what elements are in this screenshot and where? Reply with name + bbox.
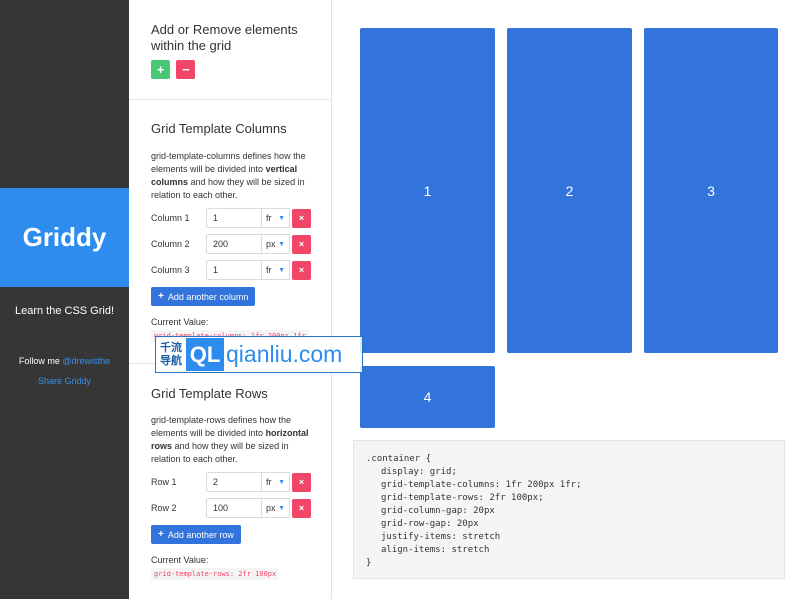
follow-text: Follow me @drewisthe <box>0 356 129 366</box>
unit-value: px <box>266 503 276 513</box>
unit-value: fr <box>266 265 272 275</box>
watermark-logo: QL <box>186 338 224 371</box>
grid-cell: 1 <box>360 28 495 353</box>
code-line: align-items: stretch <box>381 545 490 555</box>
code-line: grid-row-gap: 20px <box>381 519 479 529</box>
grid-row-row: Row 2 100 px ▼ × <box>151 498 311 518</box>
brand-logo[interactable]: Griddy <box>0 188 129 287</box>
columns-description: grid-template-columns defines how the el… <box>151 150 311 202</box>
add-column-button[interactable]: + Add another column <box>151 287 256 306</box>
code-line: .container { <box>366 454 432 464</box>
plus-icon: + <box>158 529 164 540</box>
unit-value: fr <box>266 213 272 223</box>
add-row-label: Add another row <box>167 529 234 540</box>
watermark-cn-line: 千流 <box>160 341 182 354</box>
chevron-down-icon: ▼ <box>278 266 285 274</box>
delete-column-button[interactable]: × <box>292 260 311 280</box>
controls-panel: Add or Remove elements within the grid +… <box>129 0 332 599</box>
twitter-handle-link[interactable]: @drewisthe <box>62 356 110 366</box>
code-line: } <box>366 558 372 568</box>
column-value-input[interactable]: 1 <box>206 260 261 280</box>
rows-current-label: Current Value: <box>151 555 209 565</box>
chevron-down-icon: ▼ <box>278 504 285 512</box>
watermark-cn-line: 导航 <box>160 354 182 367</box>
unit-value: fr <box>266 477 272 487</box>
add-element-button[interactable]: + <box>151 60 170 79</box>
grid-cell: 2 <box>507 28 632 353</box>
row-value-input[interactable]: 2 <box>206 472 261 492</box>
follow-prefix: Follow me <box>18 356 63 366</box>
column-unit-select[interactable]: fr ▼ <box>261 208 290 228</box>
delete-row-button[interactable]: × <box>292 498 311 518</box>
row-label: Row 2 <box>151 503 177 513</box>
remove-element-button[interactable]: − <box>176 60 196 79</box>
column-row: Column 2 200 px ▼ × <box>151 234 311 254</box>
row-unit-select[interactable]: fr ▼ <box>261 472 290 492</box>
chevron-down-icon: ▼ <box>278 240 285 248</box>
watermark-site: qianliu.com <box>226 341 343 367</box>
delete-row-button[interactable]: × <box>292 472 311 492</box>
unit-value: px <box>266 239 276 249</box>
grid-cell: 4 <box>360 366 495 428</box>
delete-column-button[interactable]: × <box>292 208 311 228</box>
rows-description: grid-template-rows defines how the eleme… <box>151 414 311 466</box>
row-label: Row 1 <box>151 477 177 487</box>
divider <box>129 99 331 100</box>
rows-current-value: grid-template-rows: 2fr 100px <box>151 568 280 580</box>
grid-cell: 3 <box>644 28 778 353</box>
tagline: Learn the CSS Grid! <box>14 305 115 317</box>
column-label: Column 2 <box>151 239 190 249</box>
grid-row-row: Row 1 2 fr ▼ × <box>151 472 311 492</box>
add-column-label: Add another column <box>167 291 249 302</box>
column-row: Column 1 1 fr ▼ × <box>151 208 311 228</box>
watermark: 千流 导航 QL qianliu.com <box>155 336 363 373</box>
columns-current-label: Current Value: <box>151 317 209 327</box>
row-unit-select[interactable]: px ▼ <box>261 498 290 518</box>
sidebar: Griddy Learn the CSS Grid! Follow me @dr… <box>0 0 129 599</box>
add-remove-title: Add or Remove elements within the grid <box>151 22 298 53</box>
column-label: Column 1 <box>151 213 190 223</box>
column-value-input[interactable]: 200 <box>206 234 261 254</box>
code-line: grid-column-gap: 20px <box>381 506 495 516</box>
columns-title: Grid Template Columns <box>151 121 287 136</box>
column-unit-select[interactable]: fr ▼ <box>261 260 290 280</box>
code-line: grid-template-rows: 2fr 100px; <box>381 493 544 503</box>
rows-desc-end: and how they will be sized in relation t… <box>151 441 289 464</box>
chevron-down-icon: ▼ <box>278 478 285 486</box>
plus-icon: + <box>158 291 164 302</box>
chevron-down-icon: ▼ <box>278 214 285 222</box>
column-label: Column 3 <box>151 265 190 275</box>
add-remove-section: Add or Remove elements within the grid +… <box>151 22 311 79</box>
column-row: Column 3 1 fr ▼ × <box>151 260 311 280</box>
column-unit-select[interactable]: px ▼ <box>261 234 290 254</box>
delete-column-button[interactable]: × <box>292 234 311 254</box>
code-line: display: grid; <box>381 467 457 477</box>
add-row-button[interactable]: + Add another row <box>151 525 241 544</box>
rows-title: Grid Template Rows <box>151 386 268 401</box>
row-value-input[interactable]: 100 <box>206 498 261 518</box>
share-link[interactable]: Share Griddy <box>0 376 129 386</box>
watermark-chinese: 千流 导航 <box>156 342 186 368</box>
code-line: justify-items: stretch <box>381 532 501 542</box>
column-value-input[interactable]: 1 <box>206 208 261 228</box>
code-line: grid-template-columns: 1fr 200px 1fr; <box>381 480 582 490</box>
css-code-output: .container { display: grid; grid-templat… <box>353 440 785 579</box>
